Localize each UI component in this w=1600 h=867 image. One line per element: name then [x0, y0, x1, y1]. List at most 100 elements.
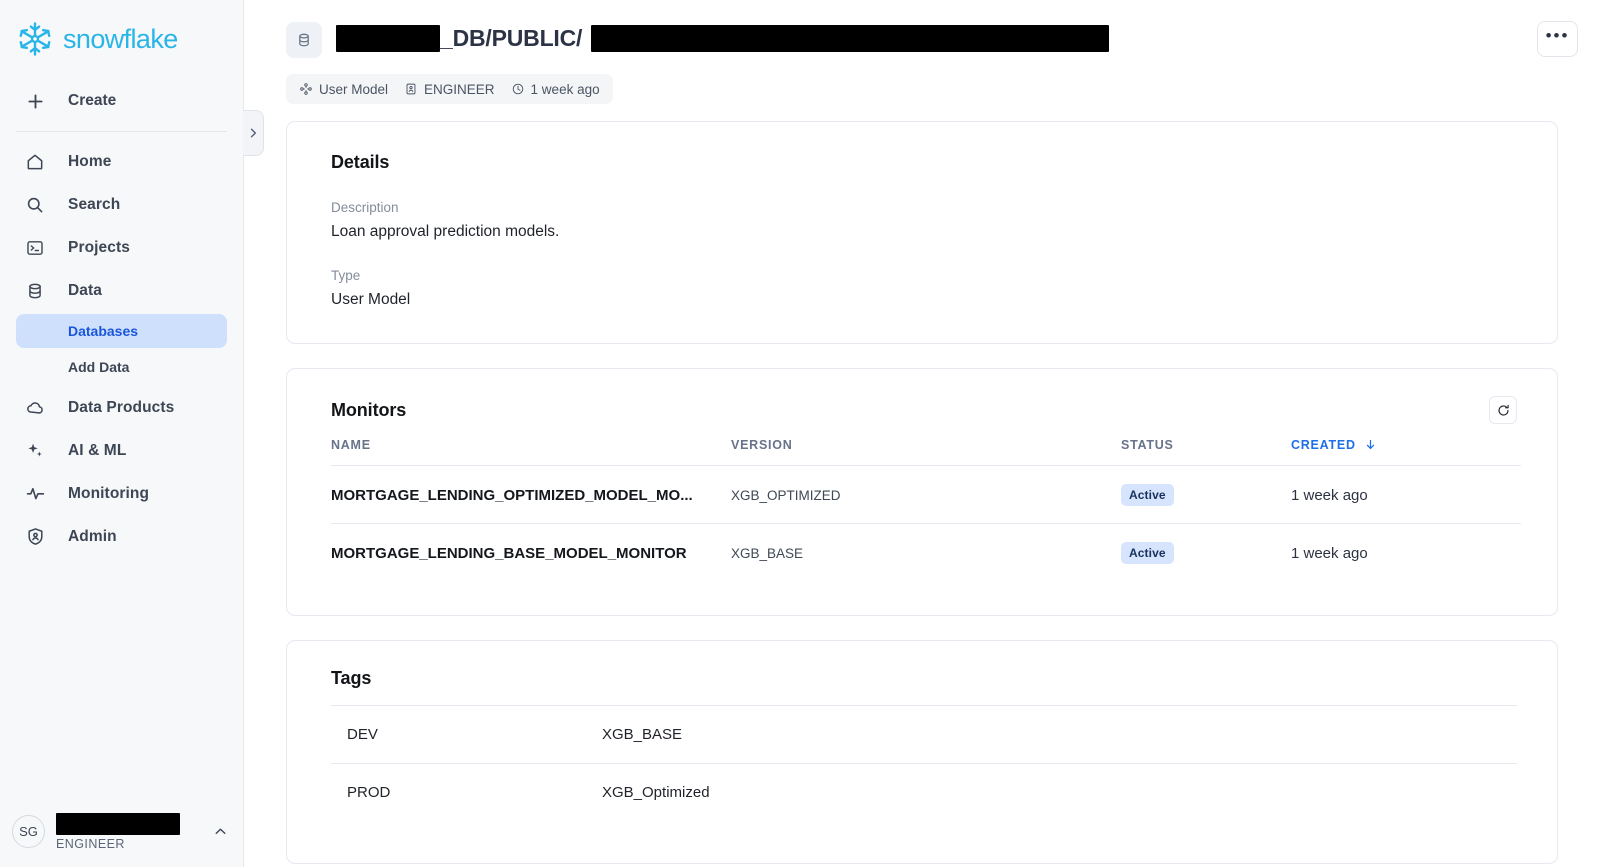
sidebar: snowflake Create Home Search Projects Da…	[0, 0, 244, 867]
main-content: _DB / PUBLIC / ••• User Model ENGINEER 1…	[244, 0, 1600, 867]
meta-chip-owner[interactable]: ENGINEER	[404, 82, 495, 97]
table-row[interactable]: MORTGAGE_LENDING_BASE_MODEL_MONITOR XGB_…	[331, 524, 1521, 582]
brand-name: snowflake	[63, 23, 178, 54]
sidebar-item-label: Data Products	[68, 398, 175, 416]
details-title: Details	[331, 152, 390, 172]
sparkles-icon	[24, 440, 46, 462]
sidebar-item-label: Data	[68, 281, 102, 299]
meta-chip-updated[interactable]: 1 week ago	[511, 82, 600, 97]
tags-header: Tags	[287, 641, 1557, 689]
sidebar-item-label: Projects	[68, 238, 130, 256]
monitor-name-cell: MORTGAGE_LENDING_OPTIMIZED_MODEL_MO...	[331, 465, 731, 524]
sidebar-item-ai-ml[interactable]: AI & ML	[16, 429, 227, 472]
sidebar-divider	[16, 131, 227, 132]
breadcrumb-segment-database-redacted	[336, 25, 440, 52]
description-value: Loan approval prediction models.	[331, 223, 560, 240]
breadcrumb[interactable]: _DB / PUBLIC /	[336, 21, 1523, 52]
object-meta-chips: User Model ENGINEER 1 week ago	[286, 74, 613, 104]
create-button[interactable]: Create	[16, 78, 227, 124]
meta-chip-type[interactable]: User Model	[299, 82, 388, 97]
monitor-created: 1 week ago	[1291, 486, 1368, 504]
sidebar-item-admin[interactable]: Admin	[16, 515, 227, 558]
sidebar-subitem-label: Databases	[68, 323, 139, 339]
table-row[interactable]: DEV XGB_BASE	[331, 705, 1517, 764]
column-header-created[interactable]: CREATED	[1291, 438, 1521, 466]
table-row[interactable]: MORTGAGE_LENDING_OPTIMIZED_MODEL_MO... X…	[331, 465, 1521, 524]
monitor-status-cell: Active	[1121, 524, 1291, 582]
search-icon	[24, 194, 46, 216]
breadcrumb-segment-schema[interactable]: PUBLIC	[492, 25, 577, 52]
monitor-created-cell: 1 week ago	[1291, 465, 1521, 524]
terminal-icon	[24, 237, 46, 259]
id-badge-icon	[404, 82, 418, 96]
table-row[interactable]: PROD XGB_Optimized	[331, 763, 1517, 821]
sidebar-subitem-label: Add Data	[68, 359, 130, 375]
monitors-table: NAME VERSION STATUS CREATED MORTGAGE_LEN…	[331, 438, 1521, 581]
sidebar-item-label: Admin	[68, 527, 117, 545]
column-header-name[interactable]: NAME	[331, 438, 731, 466]
tag-value: XGB_BASE	[601, 705, 1517, 764]
model-node-icon	[299, 82, 313, 96]
refresh-icon	[1496, 403, 1511, 418]
content-area: Details Description Loan approval predic…	[244, 104, 1600, 864]
monitor-version: XGB_OPTIMIZED	[731, 487, 841, 503]
breadcrumb-segment-object-redacted	[591, 25, 1110, 52]
type-value: User Model	[331, 291, 411, 308]
column-header-version[interactable]: VERSION	[731, 438, 1121, 466]
monitor-version: XGB_BASE	[731, 545, 804, 561]
status-badge: Active	[1121, 484, 1174, 506]
monitor-version-cell: XGB_OPTIMIZED	[731, 465, 1121, 524]
tag-value: XGB_Optimized	[601, 763, 1517, 821]
meta-chip-label: 1 week ago	[530, 81, 600, 97]
refresh-monitors-button[interactable]	[1489, 396, 1517, 424]
meta-chip-label: ENGINEER	[424, 81, 495, 97]
more-actions-button[interactable]: •••	[1537, 21, 1578, 57]
monitor-version-cell: XGB_BASE	[731, 524, 1121, 582]
chevron-up-icon[interactable]	[212, 823, 229, 840]
database-icon[interactable]	[286, 22, 322, 58]
column-header-status[interactable]: STATUS	[1121, 438, 1291, 466]
sidebar-expand-handle[interactable]	[243, 110, 264, 156]
sidebar-nav: Home Search Projects Data Databases Add …	[0, 140, 243, 558]
sidebar-item-search[interactable]: Search	[16, 183, 227, 226]
clock-icon	[511, 82, 525, 96]
breadcrumb-segment-database-suffix: _DB	[440, 25, 486, 51]
monitor-name: MORTGAGE_LENDING_BASE_MODEL_MONITOR	[331, 544, 687, 562]
monitor-status-cell: Active	[1121, 465, 1291, 524]
sidebar-item-data-products[interactable]: Data Products	[16, 386, 227, 429]
chevron-right-icon	[246, 126, 260, 140]
home-icon	[24, 151, 46, 173]
tags-table-body: DEV XGB_BASE PROD XGB_Optimized	[331, 705, 1517, 821]
avatar: SG	[12, 815, 45, 848]
sidebar-item-label: AI & ML	[68, 441, 127, 459]
sidebar-item-data[interactable]: Data	[16, 269, 227, 312]
tag-key: DEV	[331, 705, 601, 764]
activity-pulse-icon	[24, 483, 46, 505]
tag-key: PROD	[331, 763, 601, 821]
user-account-menu[interactable]: SG ENGINEER	[0, 795, 243, 867]
sidebar-item-home[interactable]: Home	[16, 140, 227, 183]
sidebar-item-label: Monitoring	[68, 484, 150, 502]
user-name-redacted	[56, 812, 180, 835]
tags-card: Tags DEV XGB_BASE PROD XGB_Optimized	[286, 640, 1558, 864]
table-header-row: NAME VERSION STATUS CREATED	[331, 438, 1521, 466]
monitors-title: Monitors	[331, 399, 407, 420]
monitor-created: 1 week ago	[1291, 544, 1368, 562]
monitors-card: Monitors NAME VERSION STATUS CREATED MOR…	[286, 368, 1558, 616]
sidebar-item-monitoring[interactable]: Monitoring	[16, 472, 227, 515]
tags-title: Tags	[331, 668, 372, 688]
tags-card-footer	[287, 821, 1557, 863]
sidebar-item-add-data[interactable]: Add Data	[16, 350, 227, 384]
sidebar-item-projects[interactable]: Projects	[16, 226, 227, 269]
monitors-table-body: MORTGAGE_LENDING_OPTIMIZED_MODEL_MO... X…	[331, 465, 1521, 582]
monitors-card-footer	[287, 581, 1557, 615]
details-body: Details Description Loan approval predic…	[287, 122, 1557, 343]
breadcrumb-separator-2: /	[576, 25, 583, 51]
brand-logo[interactable]: snowflake	[0, 0, 243, 78]
tags-table: DEV XGB_BASE PROD XGB_Optimized	[331, 705, 1517, 821]
page-header: _DB / PUBLIC / •••	[244, 0, 1600, 58]
cloud-icon	[24, 397, 46, 419]
sidebar-item-databases[interactable]: Databases	[16, 314, 227, 348]
shield-person-icon	[24, 526, 46, 548]
